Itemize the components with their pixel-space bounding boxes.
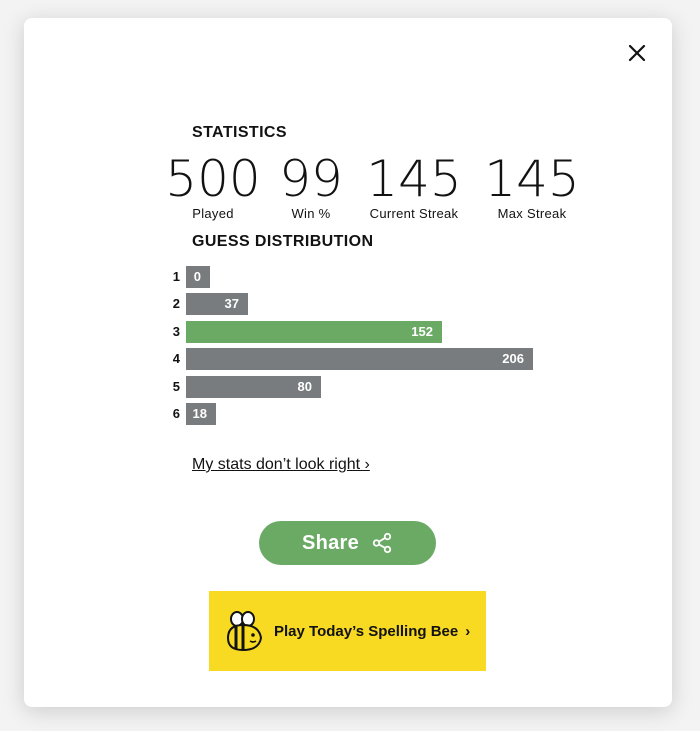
spelling-bee-label: Play Today’s Spelling Bee	[274, 622, 459, 640]
share-button[interactable]: Share	[259, 521, 436, 565]
chevron-right-icon: ›	[465, 622, 471, 640]
stat-label: Current Streak	[369, 206, 459, 221]
stat-current-streak: 145 Current Streak	[364, 151, 464, 221]
spelling-bee-banner[interactable]: Play Today’s Spelling Bee ›	[209, 591, 486, 671]
close-button[interactable]	[624, 40, 650, 66]
stat-value: 145	[366, 150, 462, 208]
guess-number: 2	[172, 296, 180, 312]
guess-number: 4	[172, 351, 180, 367]
stat-value: 500	[165, 150, 261, 208]
distribution-bar: 206	[186, 348, 533, 371]
distribution-bar: 0	[186, 266, 210, 288]
distribution-bar: 18	[186, 403, 216, 425]
stat-value: 145	[484, 150, 580, 208]
stats-help-link[interactable]: My stats don’t look right ›	[192, 456, 370, 474]
stat-max-streak: 145 Max Streak	[482, 151, 582, 221]
guess-number: 6	[172, 406, 180, 421]
stat-value: 99	[279, 150, 343, 208]
distribution-bar: 37	[186, 293, 248, 316]
stat-label: Max Streak	[497, 206, 567, 221]
distribution-bar: 152	[186, 320, 442, 343]
distribution-bar: 80	[186, 375, 321, 398]
stat-label: Played	[192, 206, 234, 221]
statistics-heading: STATISTICS	[192, 124, 287, 141]
stat-label: Win %	[291, 206, 331, 221]
stat-win-percent: 99 Win %	[278, 151, 344, 221]
guess-distribution-heading: GUESS DISTRIBUTION	[192, 233, 374, 250]
spelling-bee-icon	[226, 611, 263, 652]
stat-played: 500 Played	[164, 151, 262, 221]
share-label: Share	[301, 531, 360, 554]
close-icon	[628, 44, 646, 62]
statistics-modal: STATISTICS 500 Played 99 Win % 145 Curre…	[24, 18, 672, 707]
share-icon	[372, 532, 392, 554]
guess-number: 1	[172, 269, 180, 284]
guess-number: 5	[172, 378, 180, 394]
guess-number: 3	[172, 323, 180, 339]
